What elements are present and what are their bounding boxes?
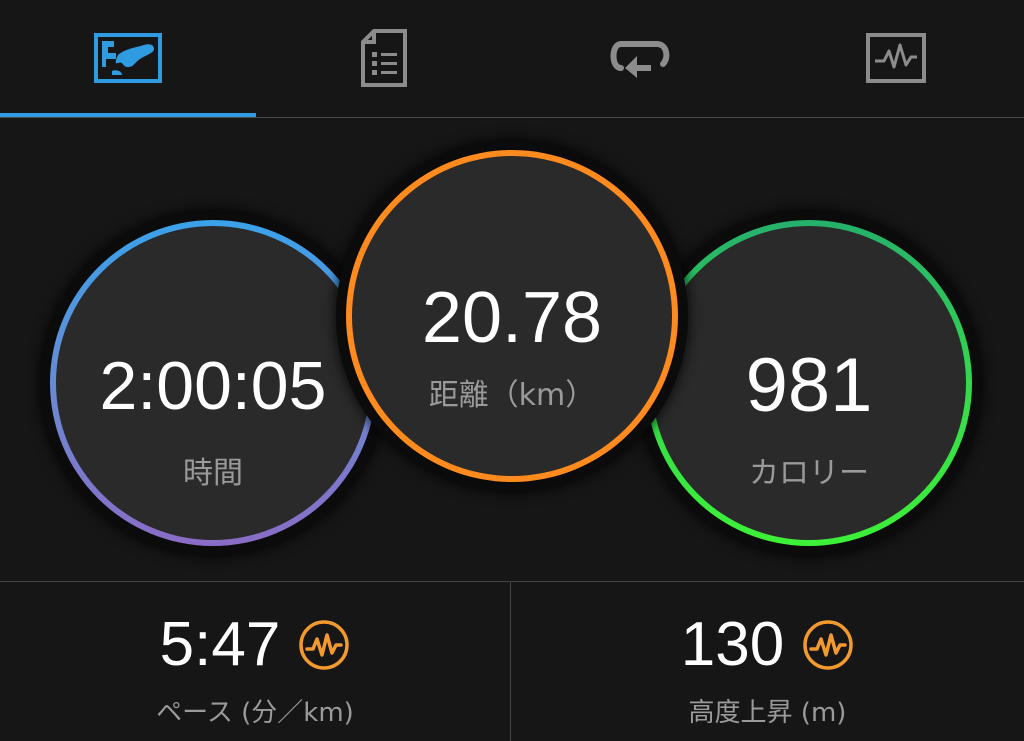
distance-label: 距離（km） — [428, 378, 596, 413]
tab-details[interactable] — [256, 0, 512, 116]
activity-summary-screen: 2:00:05 時間 981 カロリー 20.78 距離（km） 5:47 ペー… — [0, 0, 1024, 741]
tab-bar — [0, 0, 1024, 118]
pulse-chart-icon[interactable] — [298, 619, 350, 671]
tab-charts[interactable] — [768, 0, 1024, 116]
elevation-value-row: 130 — [511, 614, 1024, 676]
time-value: 2:00:05 — [99, 348, 327, 424]
elevation-label: 高度上昇 (m) — [688, 698, 847, 728]
time-circle: 2:00:05 時間 — [40, 210, 386, 556]
calories-value: 981 — [745, 343, 873, 428]
pace-stat: 5:47 ペース (分／km) — [0, 582, 510, 741]
time-ring: 2:00:05 時間 — [50, 220, 376, 546]
calories-circle: 981 カロリー — [636, 210, 982, 556]
calories-label: カロリー — [749, 456, 869, 491]
calories-circle-face: 981 カロリー — [652, 226, 966, 540]
distance-circle: 20.78 距離（km） — [336, 140, 688, 492]
distance-value: 20.78 — [421, 278, 603, 358]
divider — [0, 117, 1024, 118]
time-label: 時間 — [183, 456, 243, 491]
time-circle-face: 2:00:05 時間 — [56, 226, 370, 540]
pace-value-row: 5:47 — [0, 614, 510, 676]
distance-circle-face: 20.78 距離（km） — [352, 156, 672, 476]
pace-value: 5:47 — [159, 610, 281, 679]
tab-laps[interactable] — [512, 0, 768, 116]
distance-ring: 20.78 距離（km） — [346, 150, 678, 482]
laps-icon — [610, 41, 670, 78]
pulse-chart-icon[interactable] — [802, 619, 854, 671]
elevation-stat: 130 高度上昇 (m) — [511, 582, 1024, 741]
charts-icon — [866, 33, 926, 83]
elevation-value: 130 — [680, 610, 785, 679]
calories-ring: 981 カロリー — [646, 220, 972, 546]
pace-label: ペース (分／km) — [156, 698, 354, 728]
details-icon — [361, 29, 407, 87]
map-icon — [94, 33, 162, 83]
tab-map[interactable] — [0, 0, 256, 116]
